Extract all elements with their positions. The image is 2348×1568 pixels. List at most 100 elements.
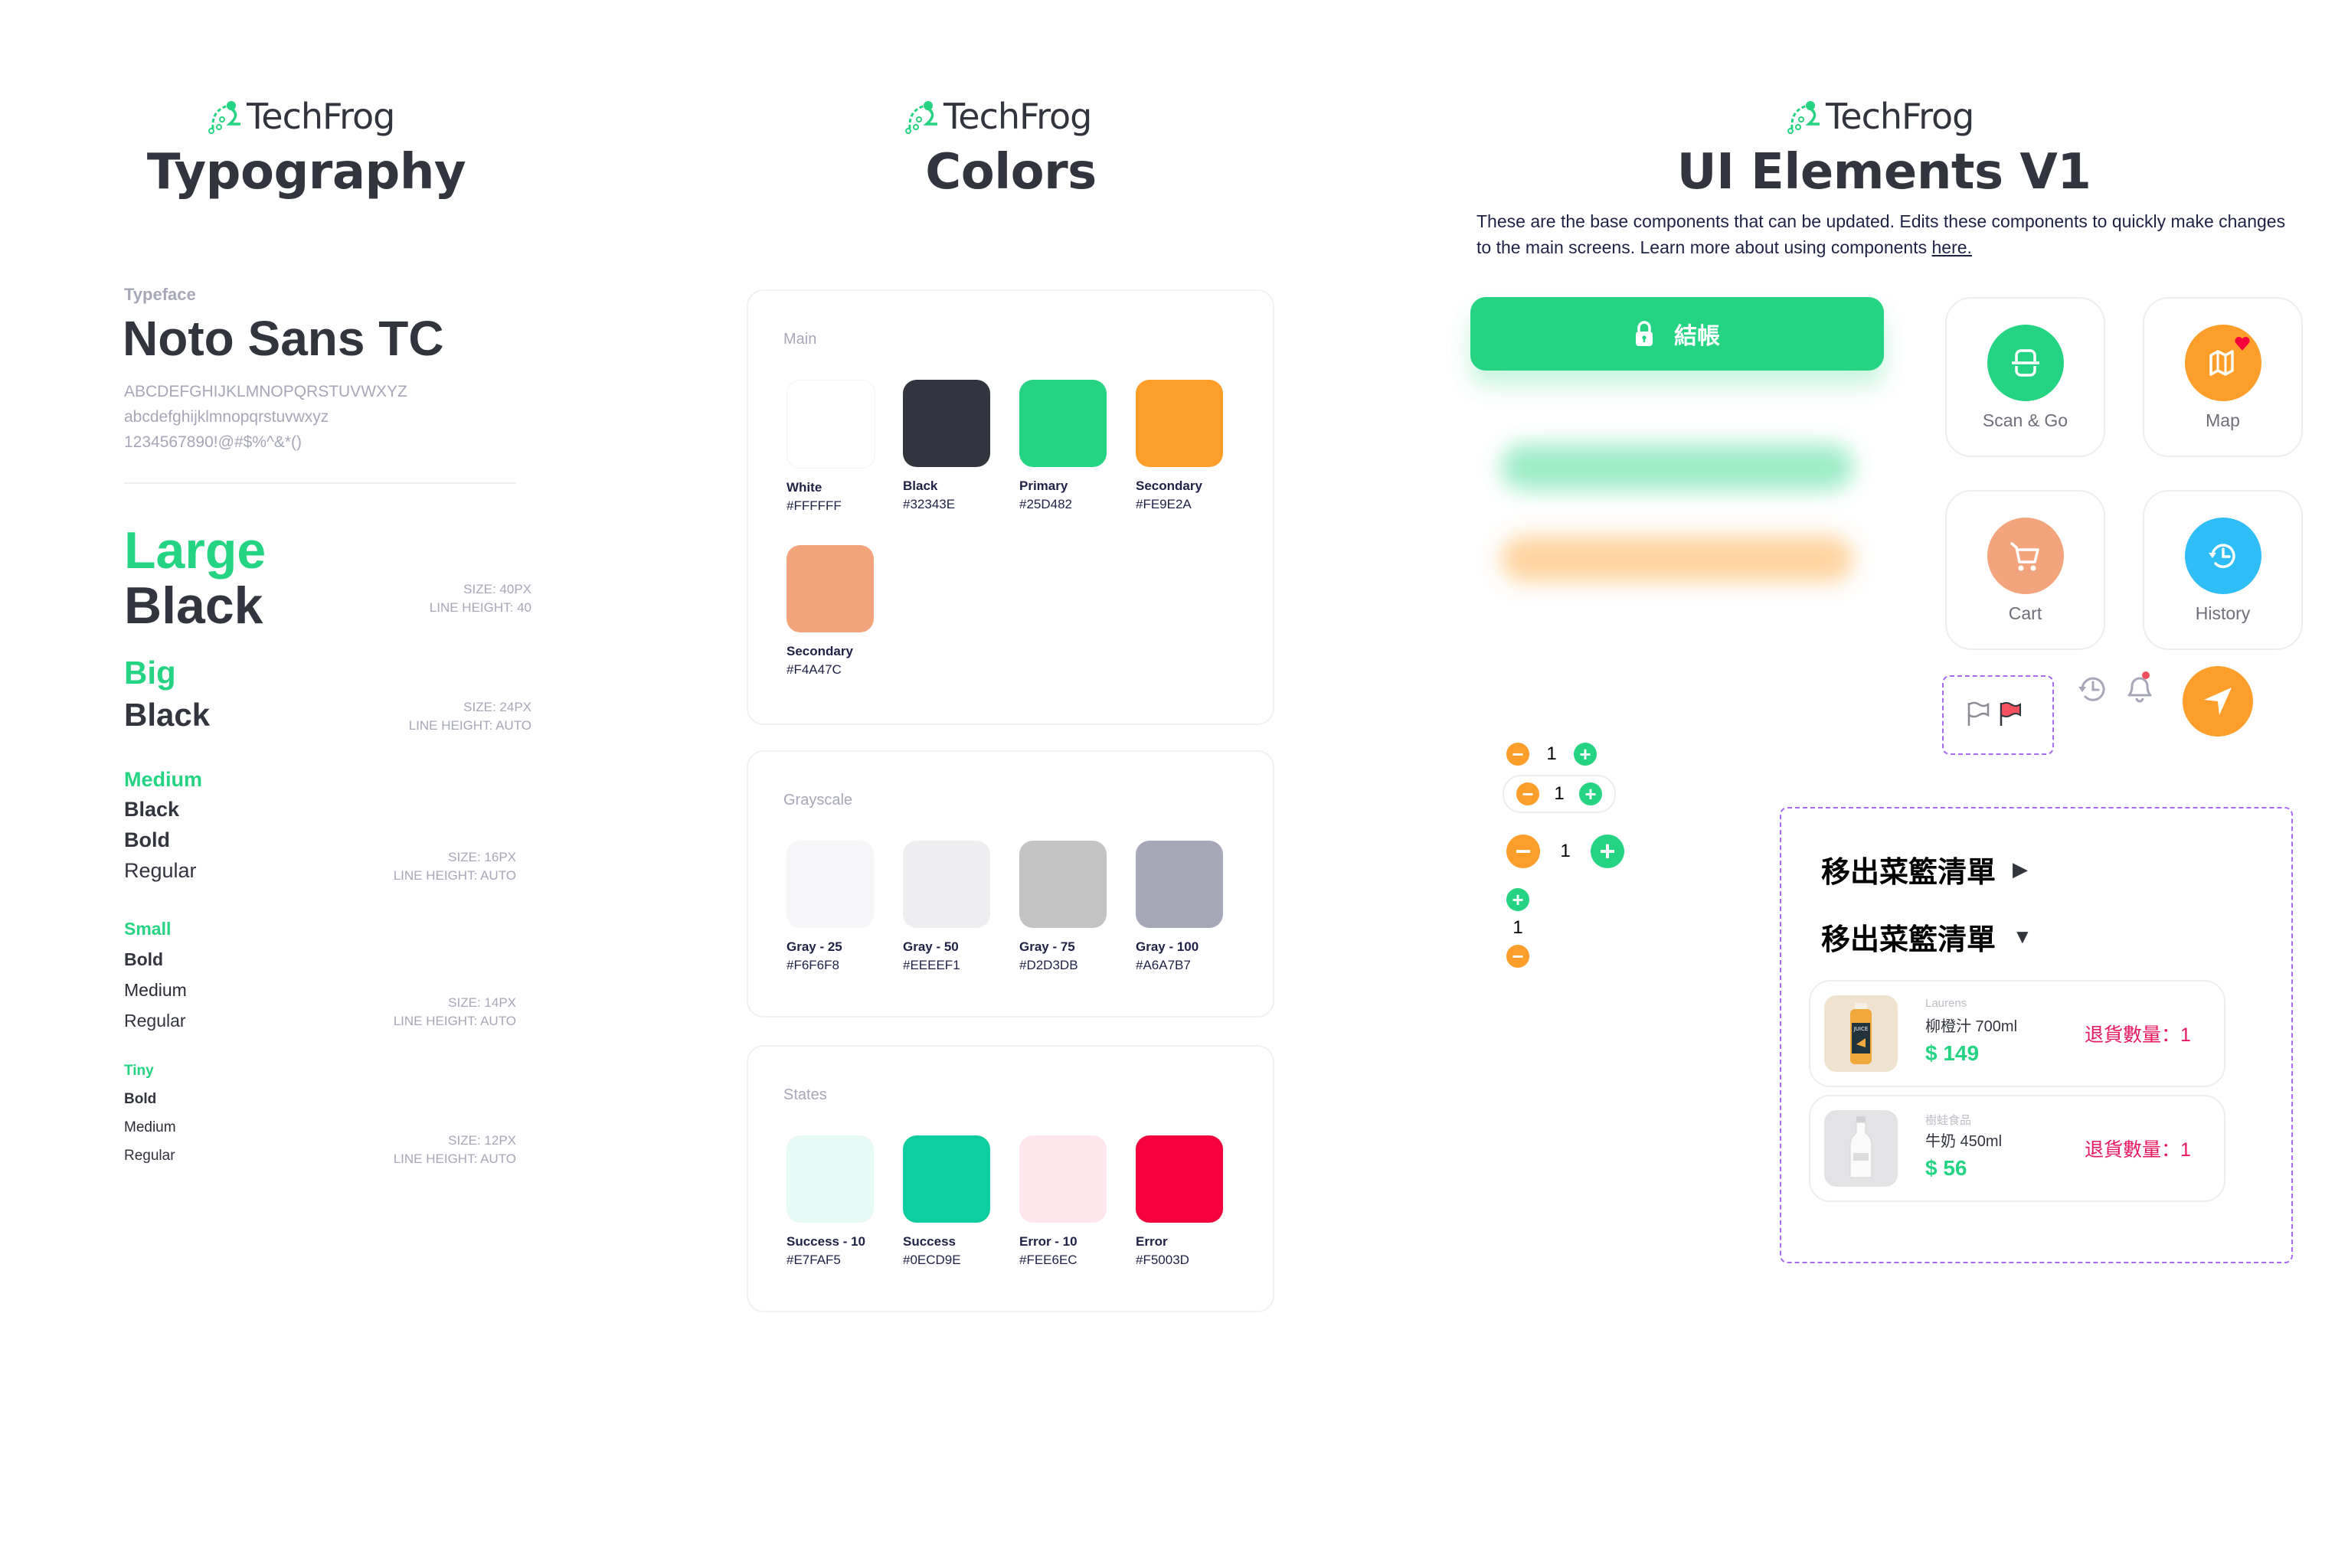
scale-large-name: Large [124,521,267,580]
caret-right-icon: ▶ [2013,858,2029,880]
swatch-hex: #F4A47C [786,662,842,677]
scale-large-meta: SIZE: 40PX LINE HEIGHT: 40 [337,580,531,617]
scale-small-bold: Bold [124,949,164,969]
techfrog-logo: TechFrog [1784,93,1974,139]
scale-medium-name: Medium [124,768,203,791]
quantity-stepper-vertical[interactable]: + 1 − [1506,888,1529,968]
techfrog-logo-icon [1787,101,1820,134]
tile-icon-circle [2184,518,2261,594]
logo-text: TechFrog [1826,96,1974,137]
scale-medium-size: SIZE: 16PX [448,850,516,864]
product-card[interactable]: JUICE Laurens 柳橙汁 700ml $ 149 退貨數量：1 [1809,980,2225,1087]
swatch-chip [1136,380,1223,467]
increment-button[interactable]: + [1574,743,1597,766]
navigation-icon [2204,688,2232,715]
scale-large-size: SIZE: 40PX [463,582,531,596]
scale-big-meta: SIZE: 24PX LINE HEIGHT: AUTO [337,698,531,735]
quantity-value: 1 [1512,917,1523,938]
swatch-gray-100: Gray - 100 #A6A7B7 [1136,841,1223,973]
product-name: 牛奶 450ml [1925,1133,2003,1150]
swatch-hex: #FE9E2A [1136,497,1192,511]
tile-cart[interactable]: Cart [1945,490,2105,650]
scale-tiny-size: SIZE: 12PX [448,1133,516,1148]
product-image-milk [1824,1110,1898,1187]
history-icon[interactable] [2075,672,2109,706]
swatch-name: Secondary [1136,479,1202,493]
milk-bottle-icon [1849,1116,1872,1178]
scale-big-name: Big [124,655,176,691]
product-price: $ 56 [1925,1156,1967,1180]
quantity-stepper-small[interactable]: − 1 + [1506,743,1597,766]
flag-filled-icon[interactable] [1999,701,2022,727]
primary-shadow-bar [1501,444,1853,490]
decrement-button[interactable]: − [1506,743,1529,766]
scale-big-size: SIZE: 24PX [463,700,531,714]
panel-label-grayscale: Grayscale [783,792,853,808]
product-image-juice: JUICE [1824,995,1898,1072]
decrement-button[interactable]: − [1506,835,1540,868]
swatch-black: Black #32343E [903,380,990,512]
swatch-gray-50: Gray - 50 #EEEEF1 [903,841,990,973]
swatch-secondary: Secondary #FE9E2A [1136,380,1223,512]
quantity-stepper-pill[interactable]: − 1 + [1503,775,1616,813]
panel-label-main: Main [783,331,817,348]
swatch-white: White #FFFFFF [786,380,875,514]
flag-toggle-group [1942,675,2054,755]
swatch-gray-25: Gray - 25 #F6F6F8 [786,841,874,973]
swatch-hex: #F5003D [1136,1253,1189,1267]
bell-icon[interactable] [2123,669,2157,706]
swatch-name: Primary [1019,479,1068,493]
scale-medium-lineheight: LINE HEIGHT: AUTO [393,868,516,883]
product-brand: 樹蛙食品 [1925,1114,1972,1127]
swatch-name: Gray - 50 [903,939,959,954]
swatch-hex: #E7FAF5 [786,1253,841,1267]
swatch-hex: #FFFFFF [786,498,842,513]
components-help-link[interactable]: here. [1932,237,1972,257]
tile-scan-and-go[interactable]: Scan & Go [1945,297,2105,457]
heart-icon [2234,336,2250,351]
tile-history[interactable]: History [2143,490,2303,650]
flag-outline-icon[interactable] [1967,701,1990,727]
decrement-button[interactable]: − [1506,945,1529,968]
scale-large-black: Black [124,577,263,635]
color-panel-main: Main White #FFFFFF Black #32343E Primary… [747,289,1274,725]
tile-label: Cart [2008,603,2042,623]
scale-medium-meta: SIZE: 16PX LINE HEIGHT: AUTO [322,848,516,885]
swatch-chip [1136,841,1223,928]
tile-label: Map [2206,410,2240,430]
panel-label-states: States [783,1086,827,1103]
swatch-chip [786,545,874,632]
swatch-name: Error [1136,1234,1168,1249]
scale-medium-bold: Bold [124,828,170,851]
sample-lowercase: abcdefghijklmnopqrstuvwxyz [124,408,329,426]
increment-button[interactable]: + [1579,782,1602,805]
quantity-stepper-large[interactable]: − 1 + [1506,835,1624,868]
scale-big-lineheight: LINE HEIGHT: AUTO [408,718,531,733]
typeface-label: Typeface [124,285,196,304]
basket-header-expanded[interactable]: 移出菜籃清單 ▼ [1821,916,2032,958]
navigation-button[interactable] [2183,666,2253,737]
swatch-name: Gray - 75 [1019,939,1075,954]
swatch-secondary-light: Secondary #F4A47C [786,545,874,678]
increment-button[interactable]: + [1591,835,1624,868]
scale-large-lineheight: LINE HEIGHT: 40 [429,600,531,615]
product-card[interactable]: 樹蛙食品 牛奶 450ml $ 56 退貨數量：1 [1809,1095,2225,1202]
lock-icon [1636,321,1653,346]
scale-small-size: SIZE: 14PX [448,995,516,1010]
tile-map[interactable]: Map [2143,297,2303,457]
scale-medium-regular: Regular [124,859,197,882]
increment-button[interactable]: + [1506,888,1529,911]
tile-label: History [2195,603,2251,623]
swatch-gray-75: Gray - 75 #D2D3DB [1019,841,1107,973]
juice-bottle-icon: JUICE [1850,1003,1872,1064]
techfrog-logo: TechFrog [902,93,1092,139]
decrement-button[interactable]: − [1516,782,1539,805]
checkout-button[interactable]: 結帳 [1470,297,1884,371]
scale-small-regular: Regular [124,1011,186,1031]
swatch-hex: #EEEEF1 [903,958,960,972]
swatch-hex: #0ECD9E [903,1253,961,1267]
techfrog-logo-icon [905,101,937,134]
scale-big-black: Black [124,697,211,733]
scale-tiny-name: Tiny [124,1063,154,1079]
basket-header-collapsed[interactable]: 移出菜籃清單 ▶ [1821,848,2028,890]
